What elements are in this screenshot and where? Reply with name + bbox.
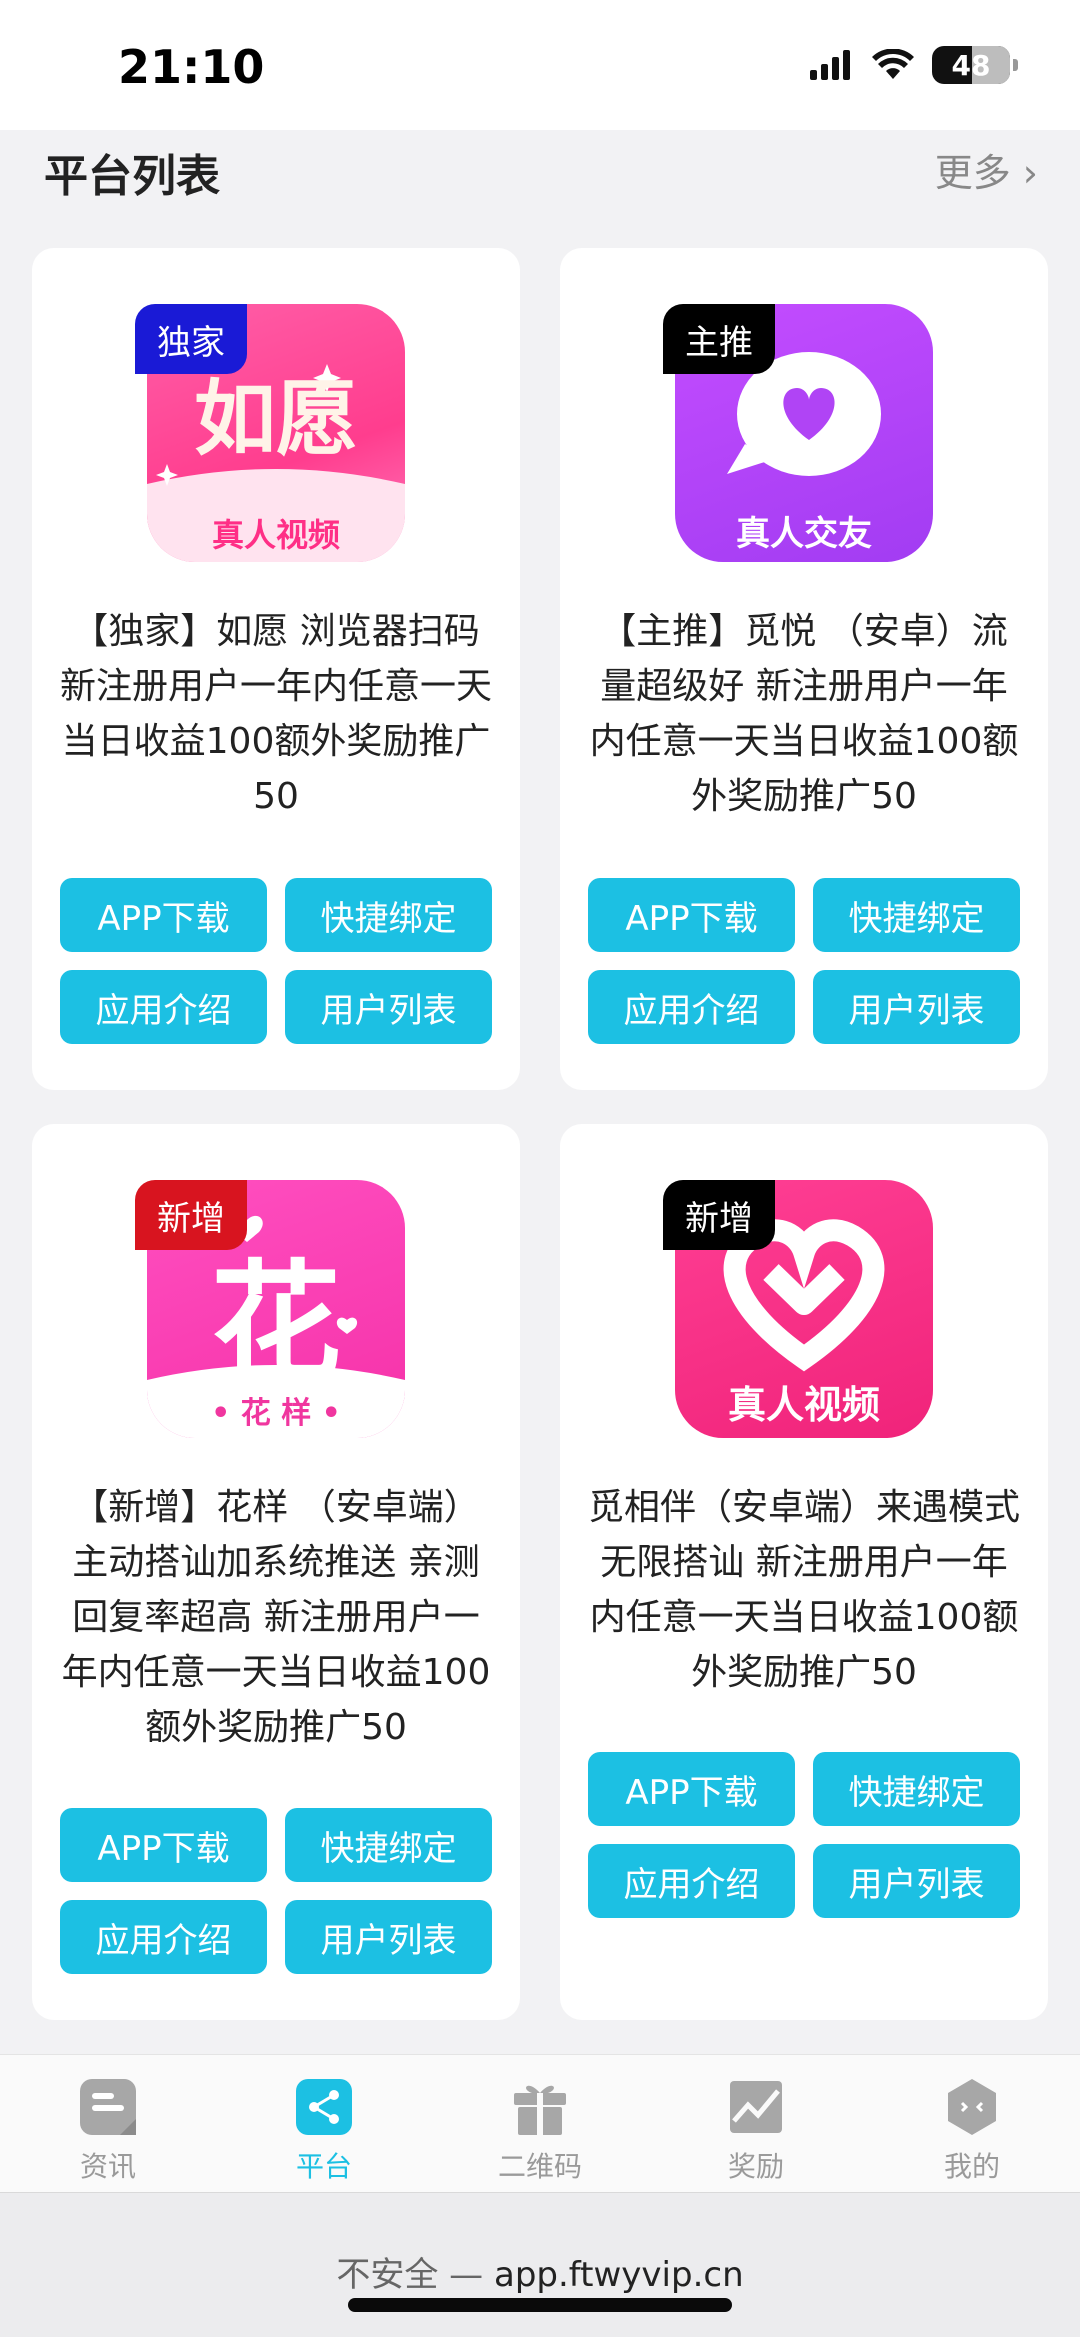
card-actions: APP下载 快捷绑定 应用介绍 用户列表 xyxy=(588,1752,1020,1918)
app-download-button[interactable]: APP下载 xyxy=(588,1752,795,1826)
platform-grid: 独家 如愿 真人视频 【独家】如愿 浏览器扫码新注册用户一年内任意一天当日收益1… xyxy=(32,248,1048,2020)
app-download-button[interactable]: APP下载 xyxy=(60,1808,267,1882)
tab-label: 奖励 xyxy=(727,2150,784,2183)
user-list-button[interactable]: 用户列表 xyxy=(813,970,1020,1044)
card-actions: APP下载 快捷绑定 应用介绍 用户列表 xyxy=(60,878,492,1044)
platform-card: 新增 真人视频 觅相伴（安卓端）来遇模式无限搭讪 新注册用户一年内任意一天当日收… xyxy=(560,1124,1048,2020)
tab-label: 平台 xyxy=(295,2150,352,2183)
tab-platform[interactable]: 平台 xyxy=(216,2055,432,2192)
tag-badge: 新增 xyxy=(135,1180,247,1250)
app-intro-button[interactable]: 应用介绍 xyxy=(588,970,795,1044)
tag-badge: 新增 xyxy=(663,1180,775,1250)
insecure-label: 不安全 — xyxy=(336,2255,484,2295)
section-title: 平台列表 xyxy=(44,151,220,202)
quick-bind-button[interactable]: 快捷绑定 xyxy=(285,1808,492,1882)
url-text: 不安全 — app.ftwyvip.cn xyxy=(0,2247,1080,2296)
status-time: 21:10 xyxy=(118,40,265,94)
gift-icon xyxy=(514,2085,566,2135)
more-link[interactable]: 更多 › xyxy=(935,142,1038,197)
app-icon-wrap: 主推 真人交友 xyxy=(663,304,933,562)
status-bar: 21:10 48 xyxy=(0,0,1080,130)
app-icon-wrap: 新增 真人视频 xyxy=(663,1180,933,1438)
tag-badge: 主推 xyxy=(663,304,775,374)
user-list-button[interactable]: 用户列表 xyxy=(813,1844,1020,1918)
app-icon-wrap: 独家 如愿 真人视频 xyxy=(135,304,405,562)
news-icon xyxy=(80,2079,136,2135)
url-domain: app.ftwyvip.cn xyxy=(493,2255,744,2295)
profile-icon xyxy=(948,2079,996,2135)
app-intro-button[interactable]: 应用介绍 xyxy=(588,1844,795,1918)
wifi-icon xyxy=(872,49,914,79)
app-icon-wrap: 新增 花 • 花 样 • xyxy=(135,1180,405,1438)
battery-level: 48 xyxy=(951,48,991,82)
more-label: 更多 xyxy=(934,151,1011,195)
tab-profile[interactable]: 我的 xyxy=(864,2055,1080,2192)
quick-bind-button[interactable]: 快捷绑定 xyxy=(813,878,1020,952)
user-list-button[interactable]: 用户列表 xyxy=(285,970,492,1044)
section-header: 平台列表 更多 › xyxy=(0,130,1080,240)
share-icon xyxy=(296,2079,352,2135)
app-icon-subtitle: 真人交友 xyxy=(736,514,872,554)
card-description: 【独家】如愿 浏览器扫码新注册用户一年内任意一天当日收益100额外奖励推广50 xyxy=(59,611,492,817)
battery-icon: 48 xyxy=(932,46,1018,84)
tab-label: 我的 xyxy=(943,2150,1000,2183)
chevron-right-icon: › xyxy=(1022,151,1038,195)
tab-reward[interactable]: 奖励 xyxy=(648,2055,864,2192)
user-list-button[interactable]: 用户列表 xyxy=(285,1900,492,1974)
platform-card: 新增 花 • 花 样 • 【新增】花样 （安卓端）主动搭讪加系统推送 亲测回复率… xyxy=(32,1124,520,2020)
browser-url-bar[interactable]: 不安全 — app.ftwyvip.cn xyxy=(0,2192,1080,2337)
app-icon-subtitle: • 花 样 • xyxy=(211,1396,341,1431)
card-actions: APP下载 快捷绑定 应用介绍 用户列表 xyxy=(588,878,1020,1044)
platform-card: 独家 如愿 真人视频 【独家】如愿 浏览器扫码新注册用户一年内任意一天当日收益1… xyxy=(32,248,520,1090)
tag-badge: 独家 xyxy=(135,304,247,374)
quick-bind-button[interactable]: 快捷绑定 xyxy=(813,1752,1020,1826)
app-download-button[interactable]: APP下载 xyxy=(60,878,267,952)
home-indicator xyxy=(348,2298,732,2312)
card-description: 觅相伴（安卓端）来遇模式无限搭讪 新注册用户一年内任意一天当日收益100额外奖励… xyxy=(587,1487,1020,1693)
app-download-button[interactable]: APP下载 xyxy=(588,878,795,952)
tab-news[interactable]: 资讯 xyxy=(0,2055,216,2192)
signal-icon xyxy=(810,50,850,80)
card-description: 【新增】花样 （安卓端）主动搭讪加系统推送 亲测回复率超高 新注册用户一年内任意… xyxy=(61,1487,491,1748)
tab-qrcode[interactable]: 二维码 xyxy=(432,2055,648,2192)
tab-label: 资讯 xyxy=(79,2150,136,2183)
app-icon-subtitle: 真人视频 xyxy=(211,516,340,554)
app-intro-button[interactable]: 应用介绍 xyxy=(60,1900,267,1974)
app-intro-button[interactable]: 应用介绍 xyxy=(60,970,267,1044)
card-description: 【主推】觅悦 （安卓）流量超级好 新注册用户一年内任意一天当日收益100额外奖励… xyxy=(589,611,1019,817)
bottom-tab-bar: 资讯 平台 二维码 奖励 我的 xyxy=(0,2054,1080,2192)
platform-card: 主推 真人交友 【主推】觅悦 （安卓）流量超级好 新注册用户一年内任意一天当日收… xyxy=(560,248,1048,1090)
card-actions: APP下载 快捷绑定 应用介绍 用户列表 xyxy=(60,1808,492,1974)
app-icon-subtitle: 真人视频 xyxy=(727,1383,880,1427)
status-icons: 48 xyxy=(810,46,1018,84)
chart-icon xyxy=(730,2081,782,2133)
quick-bind-button[interactable]: 快捷绑定 xyxy=(285,878,492,952)
tab-label: 二维码 xyxy=(497,2150,582,2183)
